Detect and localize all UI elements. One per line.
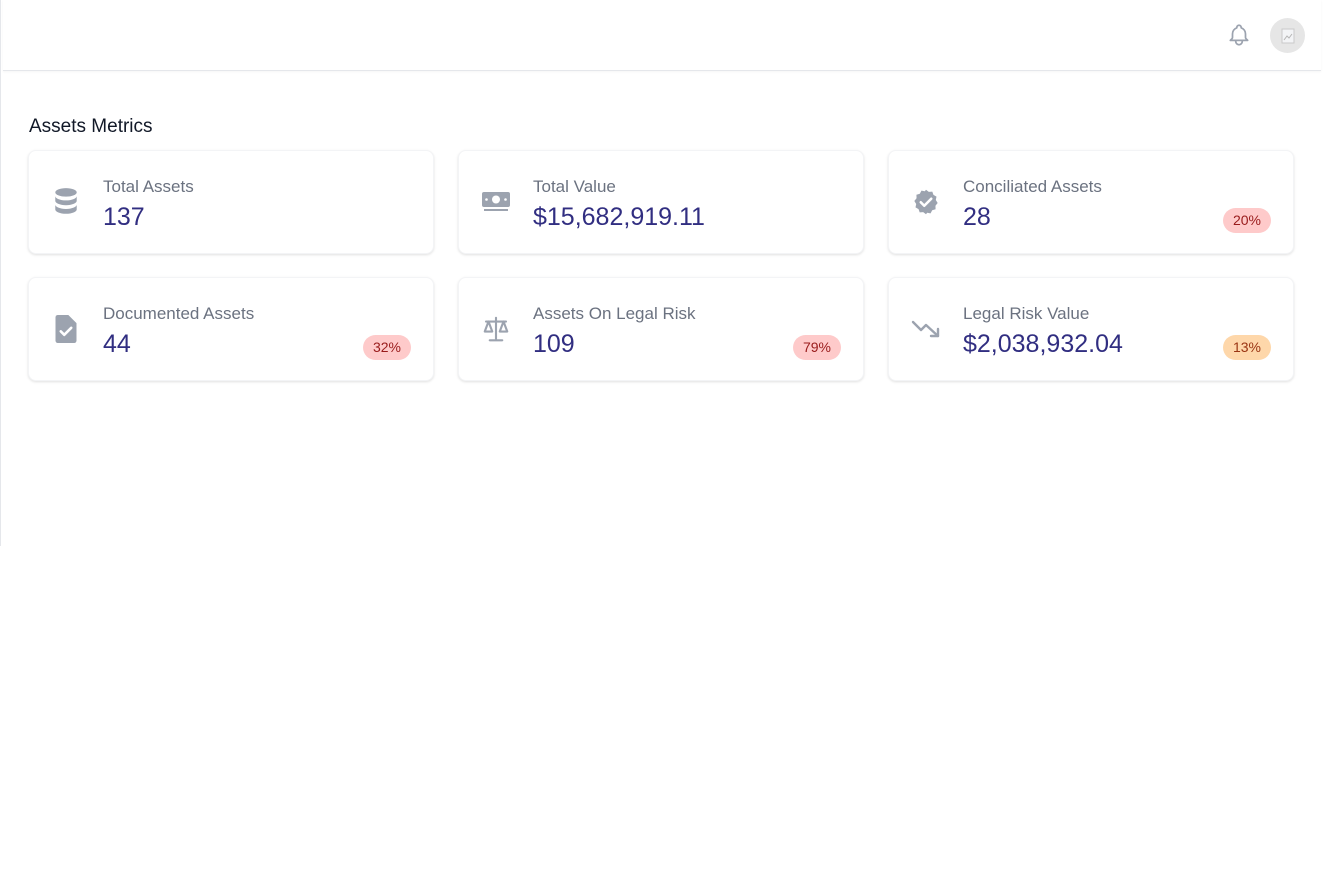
metric-label: Assets On Legal Risk — [533, 304, 696, 323]
percentage-badge: 13% — [1222, 335, 1271, 360]
metric-value: $15,682,919.11 — [533, 203, 705, 231]
document-check-icon — [51, 314, 81, 344]
metric-value: 44 — [103, 330, 131, 358]
metric-card-conciliated-assets: Conciliated Assets 28 20% — [888, 150, 1294, 254]
metric-value: $2,038,932.04 — [963, 330, 1123, 358]
app-shell: Assets Metrics Total Assets 137 Total Va… — [0, 0, 1332, 546]
metric-card-total-assets: Total Assets 137 — [28, 150, 434, 254]
bell-icon[interactable] — [1226, 22, 1252, 48]
section-title: Assets Metrics — [29, 116, 153, 137]
database-icon — [51, 187, 81, 217]
percentage-badge: 20% — [1222, 208, 1271, 233]
metric-label: Legal Risk Value — [963, 304, 1090, 323]
metric-label: Documented Assets — [103, 304, 255, 323]
metric-label: Total Value — [533, 177, 616, 196]
percentage-badge: 79% — [792, 335, 841, 360]
metric-card-total-value: Total Value $15,682,919.11 — [458, 150, 864, 254]
metric-value: 137 — [103, 203, 145, 231]
percentage-badge: 32% — [362, 335, 411, 360]
metric-card-assets-on-legal-risk: Assets On Legal Risk 109 79% — [458, 277, 864, 381]
metric-value: 109 — [533, 330, 575, 358]
metric-value: 28 — [963, 203, 991, 231]
cash-icon — [481, 187, 511, 217]
avatar[interactable] — [1270, 18, 1305, 53]
trending-down-icon — [911, 314, 941, 344]
metric-card-legal-risk-value: Legal Risk Value $2,038,932.04 13% — [888, 277, 1294, 381]
metric-label: Conciliated Assets — [963, 177, 1102, 196]
metric-card-documented-assets: Documented Assets 44 32% — [28, 277, 434, 381]
scale-icon — [481, 314, 511, 344]
top-bar — [3, 0, 1321, 71]
metric-label: Total Assets — [103, 177, 194, 196]
verified-badge-icon — [911, 187, 941, 217]
image-placeholder-icon — [1281, 28, 1294, 43]
